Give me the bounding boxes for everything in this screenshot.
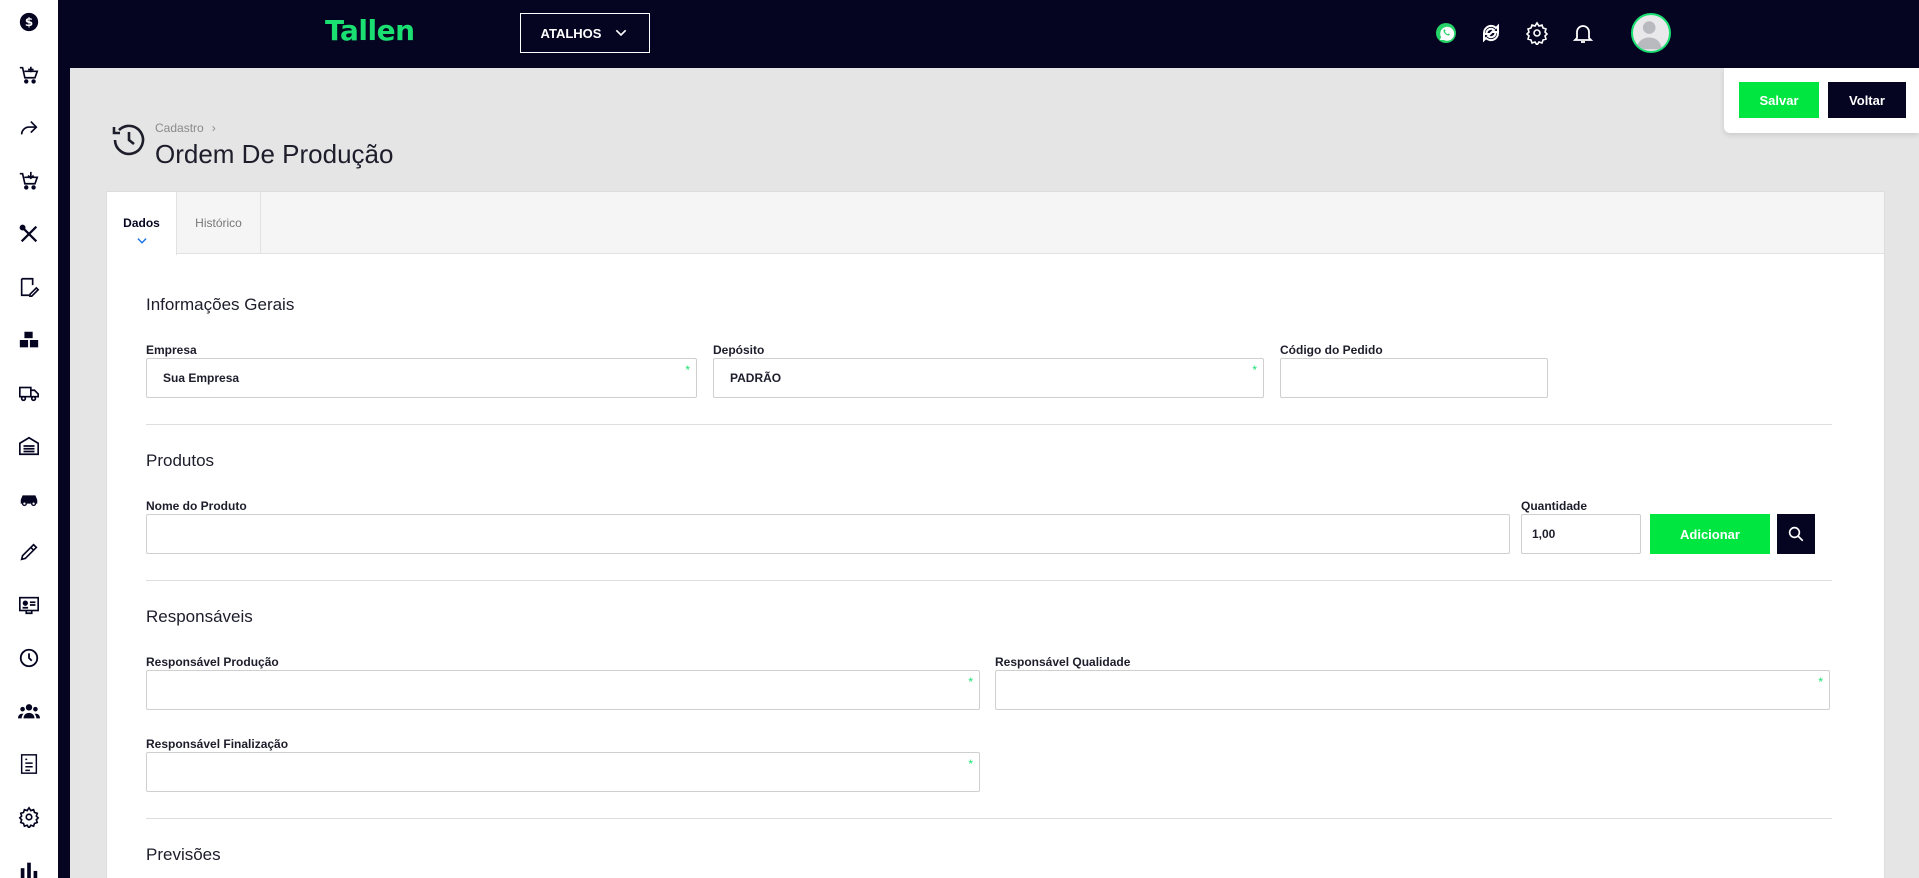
section-divider bbox=[146, 580, 1832, 581]
users-icon[interactable] bbox=[16, 698, 42, 724]
responsavel-finalizacao-label: Responsável Finalização bbox=[146, 737, 289, 751]
breadcrumb: Cadastro › bbox=[155, 121, 216, 135]
codigo-pedido-label: Código do Pedido bbox=[1280, 343, 1383, 357]
form-card: Dados Histórico Informações Gerais Empre… bbox=[106, 191, 1885, 878]
chevron-down-icon bbox=[616, 29, 627, 37]
share-arrow-icon[interactable] bbox=[16, 115, 42, 141]
sync-icon[interactable] bbox=[1478, 20, 1504, 46]
car-icon[interactable] bbox=[16, 486, 42, 512]
responsavel-producao-select[interactable]: * bbox=[146, 670, 980, 710]
brand-logo[interactable]: Tallen bbox=[325, 14, 415, 47]
responsavel-qualidade-select[interactable]: * bbox=[995, 670, 1830, 710]
section-title-forecasts: Previsões bbox=[146, 845, 221, 864]
back-button[interactable]: Voltar bbox=[1828, 82, 1906, 118]
settings-gear-icon[interactable] bbox=[1524, 20, 1550, 46]
svg-text:$: $ bbox=[25, 15, 33, 29]
cart-download-icon[interactable] bbox=[16, 168, 42, 194]
page-title: Ordem De Produção bbox=[155, 139, 394, 169]
tab-bar: Dados Histórico bbox=[107, 192, 1884, 255]
quantidade-label: Quantidade bbox=[1521, 499, 1588, 513]
shortcuts-dropdown[interactable]: ATALHOS bbox=[520, 13, 650, 53]
required-marker: * bbox=[968, 675, 973, 689]
empresa-label: Empresa bbox=[146, 343, 197, 357]
notification-bell-icon[interactable] bbox=[1570, 20, 1596, 46]
history-clock-icon bbox=[112, 124, 145, 156]
quantidade-value: 1,00 bbox=[1532, 527, 1556, 541]
action-panel: Salvar Voltar bbox=[1724, 68, 1919, 133]
whatsapp-icon[interactable] bbox=[1433, 20, 1459, 46]
deposito-value: PADRÃO bbox=[730, 371, 782, 385]
dollar-icon[interactable]: $ bbox=[16, 9, 42, 35]
section-divider bbox=[146, 818, 1832, 819]
section-title-responsibles: Responsáveis bbox=[146, 607, 253, 626]
avatar[interactable] bbox=[1631, 13, 1671, 53]
empresa-select[interactable]: Sua Empresa * bbox=[146, 358, 697, 398]
section-title-general: Informações Gerais bbox=[146, 295, 295, 314]
tab-dados-label: Dados bbox=[123, 216, 160, 230]
required-marker: * bbox=[685, 363, 690, 377]
cart-add-icon[interactable] bbox=[16, 62, 42, 88]
required-marker: * bbox=[1818, 675, 1823, 689]
sidebar-rail bbox=[58, 0, 70, 878]
tab-historico-label: Histórico bbox=[195, 216, 242, 230]
search-product-button[interactable] bbox=[1777, 514, 1815, 554]
nome-produto-label: Nome do Produto bbox=[146, 499, 247, 513]
tools-icon[interactable] bbox=[16, 221, 42, 247]
breadcrumb-separator-icon: › bbox=[211, 121, 216, 135]
search-icon bbox=[1788, 526, 1804, 542]
section-divider bbox=[146, 424, 1832, 425]
section-title-products: Produtos bbox=[146, 451, 215, 470]
deposito-select[interactable]: PADRÃO * bbox=[713, 358, 1264, 398]
pencil-icon[interactable] bbox=[16, 539, 42, 565]
codigo-pedido-input[interactable] bbox=[1280, 358, 1548, 398]
boxes-icon[interactable] bbox=[16, 327, 42, 353]
save-button[interactable]: Salvar bbox=[1739, 82, 1819, 118]
responsavel-finalizacao-select[interactable]: * bbox=[146, 752, 980, 792]
quantidade-input[interactable]: 1,00 bbox=[1521, 514, 1641, 554]
add-product-button[interactable]: Adicionar bbox=[1650, 514, 1770, 554]
responsavel-producao-label: Responsável Produção bbox=[146, 655, 279, 669]
empresa-value: Sua Empresa bbox=[163, 371, 240, 385]
required-marker: * bbox=[1252, 363, 1257, 377]
tab-dados[interactable]: Dados bbox=[107, 192, 177, 255]
sidebar: $ bbox=[0, 0, 58, 878]
breadcrumb-item-cadastro[interactable]: Cadastro bbox=[155, 121, 204, 135]
truck-icon[interactable] bbox=[16, 380, 42, 406]
deposito-label: Depósito bbox=[713, 343, 765, 357]
id-card-icon[interactable] bbox=[16, 592, 42, 618]
responsavel-qualidade-label: Responsável Qualidade bbox=[995, 655, 1131, 669]
gear-icon[interactable] bbox=[16, 804, 42, 830]
edit-note-icon[interactable] bbox=[16, 274, 42, 300]
shortcuts-label: ATALHOS bbox=[540, 25, 602, 41]
nome-produto-input[interactable] bbox=[146, 514, 1510, 554]
chevron-down-icon bbox=[136, 238, 147, 244]
report-icon[interactable] bbox=[16, 751, 42, 777]
bar-chart-icon[interactable] bbox=[16, 857, 42, 878]
clock-icon[interactable] bbox=[16, 645, 42, 671]
warehouse-icon[interactable] bbox=[16, 433, 42, 459]
tab-historico[interactable]: Histórico bbox=[177, 192, 261, 254]
required-marker: * bbox=[968, 757, 973, 771]
